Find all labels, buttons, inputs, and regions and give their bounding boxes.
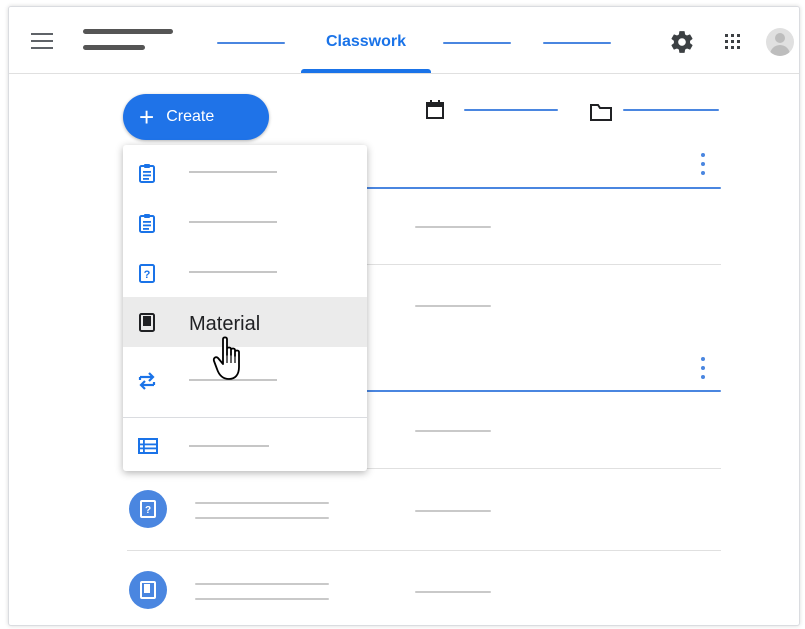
settings-icon[interactable] bbox=[669, 29, 695, 55]
menu-item-label-placeholder bbox=[189, 445, 269, 447]
create-button[interactable]: + Create bbox=[123, 94, 269, 140]
menu-item-label-placeholder bbox=[189, 171, 277, 173]
top-app-bar: Classwork bbox=[9, 7, 799, 74]
calendar-icon[interactable] bbox=[425, 99, 445, 121]
material-icon bbox=[139, 313, 155, 332]
menu-item-assignment[interactable] bbox=[123, 147, 367, 197]
menu-item-topic[interactable] bbox=[123, 421, 367, 471]
tab-classwork-label: Classwork bbox=[325, 33, 407, 50]
account-icon[interactable] bbox=[766, 28, 794, 56]
row-date-placeholder bbox=[415, 226, 491, 228]
class-title[interactable] bbox=[83, 29, 179, 59]
list-item[interactable]: ? bbox=[127, 477, 721, 547]
calendar-filter-placeholder[interactable] bbox=[464, 109, 558, 111]
question-icon: ? bbox=[139, 264, 155, 283]
quiz-assignment-icon bbox=[139, 214, 155, 233]
menu-item-label-placeholder bbox=[189, 271, 277, 273]
svg-text:?: ? bbox=[144, 269, 151, 281]
menu-item-question[interactable]: ? bbox=[123, 247, 367, 297]
more-vert-icon[interactable] bbox=[699, 357, 707, 381]
active-tab-indicator bbox=[301, 69, 431, 73]
material-icon bbox=[129, 571, 167, 609]
plus-icon: + bbox=[139, 102, 155, 132]
create-button-label: Create bbox=[166, 108, 215, 125]
list-item[interactable] bbox=[127, 559, 721, 625]
assignment-icon bbox=[139, 164, 155, 183]
more-vert-icon[interactable] bbox=[699, 153, 707, 177]
menu-divider bbox=[123, 417, 367, 418]
tab-people[interactable] bbox=[443, 42, 511, 44]
question-icon: ? bbox=[129, 490, 167, 528]
tab-classwork[interactable]: Classwork bbox=[301, 7, 431, 73]
topic-divider bbox=[349, 390, 721, 392]
classroom-window: Classwork + Create ? ? Material bbox=[8, 6, 800, 626]
svg-text:?: ? bbox=[145, 505, 151, 516]
hand-cursor-icon bbox=[212, 336, 240, 380]
create-menu: ? Material bbox=[123, 145, 367, 471]
row-date-placeholder bbox=[415, 430, 491, 432]
reuse-post-icon bbox=[138, 372, 156, 390]
menu-icon[interactable] bbox=[31, 33, 53, 49]
topic-divider bbox=[349, 187, 721, 189]
tab-stream[interactable] bbox=[217, 42, 285, 44]
menu-item-material-label: Material bbox=[189, 313, 261, 335]
folder-icon[interactable] bbox=[589, 102, 613, 122]
folder-filter-placeholder[interactable] bbox=[623, 109, 719, 111]
row-date-placeholder bbox=[415, 305, 491, 307]
apps-icon[interactable] bbox=[725, 34, 741, 50]
menu-item-quiz-assignment[interactable] bbox=[123, 197, 367, 247]
tab-grades[interactable] bbox=[543, 42, 611, 44]
row-divider bbox=[127, 550, 721, 551]
topic-icon bbox=[138, 438, 158, 454]
menu-item-label-placeholder bbox=[189, 221, 277, 223]
